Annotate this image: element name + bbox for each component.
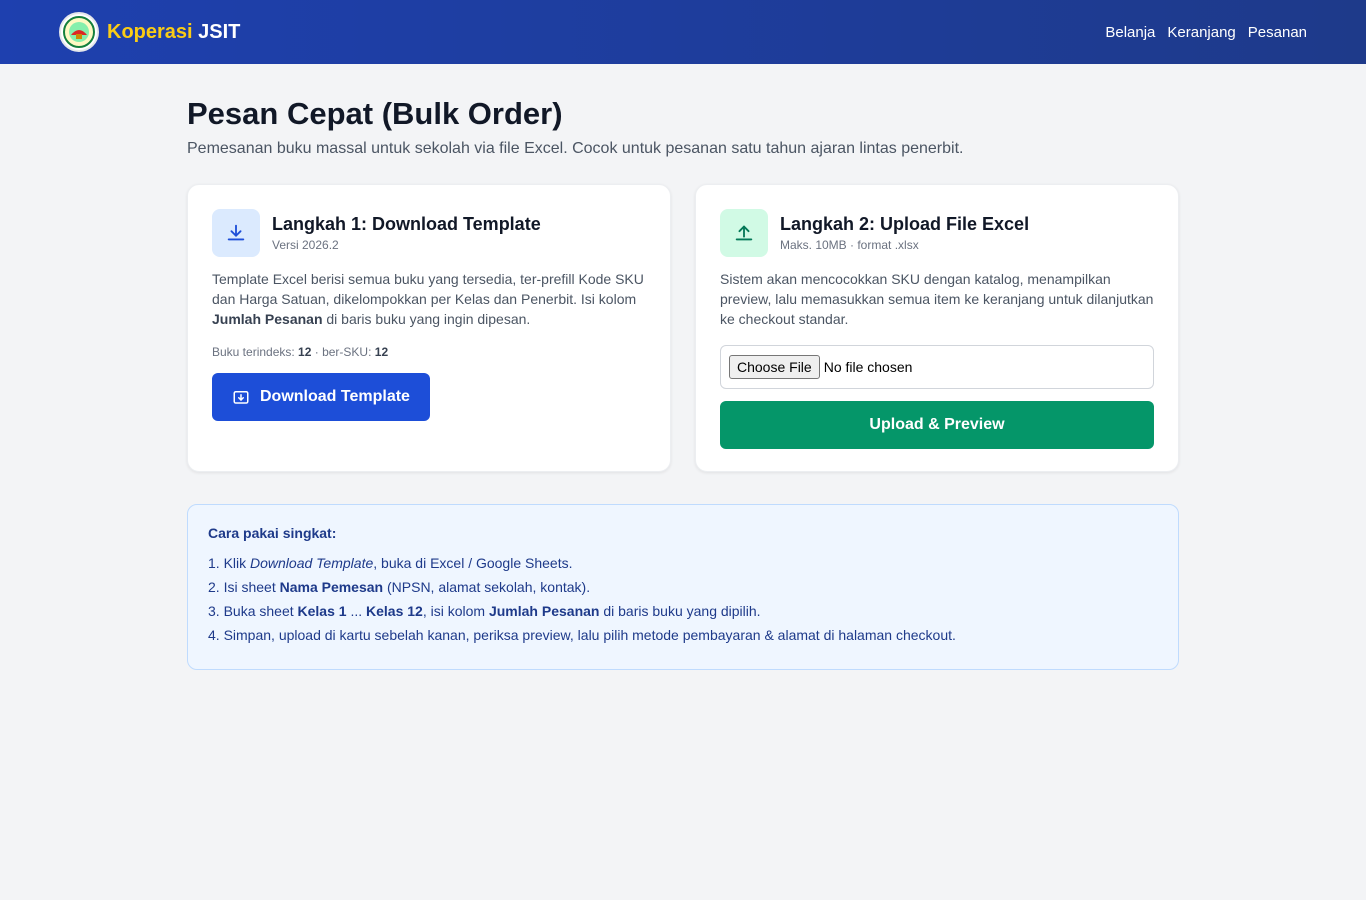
main-nav: Belanja Keranjang Pesanan [1105,24,1307,41]
download-template-label: Download Template [260,388,410,405]
book-index-stats: Buku terindeks: 12 · ber-SKU: 12 [212,345,646,359]
step1-card: Langkah 1: Download Template Versi 2026.… [187,184,671,472]
step1-title: Langkah 1: Download Template [272,214,541,234]
howto-step-2: 2. Isi sheet Nama Pemesan (NPSN, alamat … [208,575,1158,599]
howto-steps: 1. Klik Download Template, buka di Excel… [208,551,1158,647]
download-icon [212,209,260,257]
download-template-button[interactable]: Download Template [212,373,430,421]
steps-row: Langkah 1: Download Template Versi 2026.… [187,184,1179,472]
upload-preview-button[interactable]: Upload & Preview [720,401,1154,449]
howto-step-3-bold1: Kelas 1 [297,603,347,619]
howto-step-4: 4. Simpan, upload di kartu sebelah kanan… [208,627,956,643]
brand[interactable]: Koperasi JSIT [59,12,240,52]
brand-name-part2: JSIT [198,20,241,43]
nav-belanja-link[interactable]: Belanja [1105,24,1155,41]
howto-step-3-text2: , isi kolom [422,603,489,619]
step1-desc-bold: Jumlah Pesanan [212,311,323,327]
howto-step-3-text3: di baris buku yang dipilih. [599,603,761,619]
howto-title: Cara pakai singkat: [208,525,337,541]
indexed-label: Buku terindeks: [212,345,299,359]
step1-desc-text2: di baris buku yang ingin dipesan. [322,311,531,327]
step2-card: Langkah 2: Upload File Excel Maks. 10MB … [695,184,1179,472]
step2-description: Sistem akan mencocokkan SKU dengan katal… [720,271,1154,327]
page-subtitle: Pemesanan buku massal untuk sekolah via … [187,140,964,157]
excel-file-input[interactable]: Choose File No file chosen [720,345,1154,389]
download-box-icon [233,391,249,404]
brand-name: Koperasi JSIT [107,21,240,44]
page-title: Pesan Cepat (Bulk Order) [187,96,563,131]
howto-step-1-text2: , buka di Excel / Google Sheets. [373,555,573,571]
howto-step-3: 3. Buka sheet Kelas 1 ... Kelas 12, isi … [208,599,1158,623]
step1-description: Template Excel berisi semua buku yang te… [212,269,646,329]
file-status: No file chosen [823,359,913,375]
howto-step-3-text: 3. Buka sheet [208,603,298,619]
howto-step-1-text: 1. Klik [208,555,251,571]
top-navbar: Koperasi JSIT Belanja Keranjang Pesanan [0,0,1366,64]
brand-name-part1: Koperasi [107,20,193,43]
nav-pesanan-link[interactable]: Pesanan [1248,24,1307,41]
howto-step-1: 1. Klik Download Template, buka di Excel… [208,551,1158,575]
howto-step-2-text: 2. Isi sheet [208,579,280,595]
upload-icon [720,209,768,257]
indexed-count: 12 [298,345,312,359]
main-content: Pesan Cepat (Bulk Order) Pemesanan buku … [187,64,1179,670]
howto-box: Cara pakai singkat: 1. Klik Download Tem… [187,504,1179,670]
step1-desc-text1: Template Excel berisi semua buku yang te… [212,271,644,307]
howto-step-2-text2: (NPSN, alamat sekolah, kontak). [383,579,591,595]
sku-count: 12 [374,345,389,359]
choose-file-button[interactable]: Choose File [729,355,820,379]
step2-title: Langkah 2: Upload File Excel [780,214,1030,234]
howto-step-1-italic: Download Template [250,555,374,571]
howto-step-2-bold: Nama Pemesan [279,579,384,595]
howto-step-3-mid: ... [346,603,367,619]
cooperative-logo [59,12,99,52]
template-version: Versi 2026.2 [272,238,339,252]
step1-header: Langkah 1: Download Template Versi 2026.… [212,209,646,257]
howto-step-3-bold2: Kelas 12 [366,603,423,619]
howto-step-3-bold3: Jumlah Pesanan [488,603,600,619]
sku-label: · ber-SKU: [311,345,375,359]
nav-keranjang-link[interactable]: Keranjang [1167,24,1235,41]
step2-header: Langkah 2: Upload File Excel Maks. 10MB … [720,209,1154,257]
upload-limits: Maks. 10MB · format .xlsx [780,238,919,252]
